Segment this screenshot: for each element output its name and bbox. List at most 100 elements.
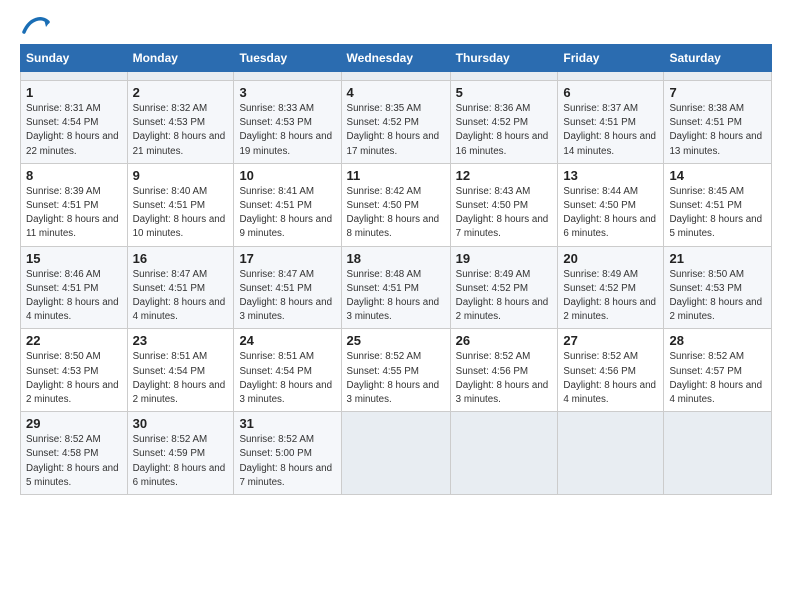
day-number: 13	[563, 168, 658, 183]
day-number: 7	[669, 85, 766, 100]
day-number: 9	[133, 168, 229, 183]
table-row: 17 Sunrise: 8:47 AMSunset: 4:51 PMDaylig…	[234, 246, 341, 329]
day-number: 24	[239, 333, 335, 348]
day-info: Sunrise: 8:50 AMSunset: 4:53 PMDaylight:…	[26, 351, 119, 405]
table-row: 12 Sunrise: 8:43 AMSunset: 4:50 PMDaylig…	[450, 163, 558, 246]
table-row	[450, 72, 558, 81]
header	[20, 18, 772, 34]
table-row: 4 Sunrise: 8:35 AMSunset: 4:52 PMDayligh…	[341, 81, 450, 164]
table-row: 15 Sunrise: 8:46 AMSunset: 4:51 PMDaylig…	[21, 246, 128, 329]
table-row: 9 Sunrise: 8:40 AMSunset: 4:51 PMDayligh…	[127, 163, 234, 246]
day-number: 16	[133, 251, 229, 266]
day-info: Sunrise: 8:48 AMSunset: 4:51 PMDaylight:…	[347, 269, 440, 323]
table-row: 6 Sunrise: 8:37 AMSunset: 4:51 PMDayligh…	[558, 81, 664, 164]
table-row: 14 Sunrise: 8:45 AMSunset: 4:51 PMDaylig…	[664, 163, 772, 246]
table-row	[558, 72, 664, 81]
day-info: Sunrise: 8:52 AMSunset: 5:00 PMDaylight:…	[239, 434, 332, 488]
page: Sunday Monday Tuesday Wednesday Thursday…	[0, 0, 792, 505]
logo	[20, 18, 50, 34]
day-info: Sunrise: 8:33 AMSunset: 4:53 PMDaylight:…	[239, 103, 332, 157]
table-row: 31 Sunrise: 8:52 AMSunset: 5:00 PMDaylig…	[234, 412, 341, 495]
table-row: 1 Sunrise: 8:31 AMSunset: 4:54 PMDayligh…	[21, 81, 128, 164]
day-number: 12	[456, 168, 553, 183]
day-info: Sunrise: 8:51 AMSunset: 4:54 PMDaylight:…	[133, 351, 226, 405]
table-row: 8 Sunrise: 8:39 AMSunset: 4:51 PMDayligh…	[21, 163, 128, 246]
col-wednesday: Wednesday	[341, 45, 450, 72]
day-info: Sunrise: 8:43 AMSunset: 4:50 PMDaylight:…	[456, 186, 549, 240]
day-number: 25	[347, 333, 445, 348]
day-number: 18	[347, 251, 445, 266]
calendar-week-row: 8 Sunrise: 8:39 AMSunset: 4:51 PMDayligh…	[21, 163, 772, 246]
day-info: Sunrise: 8:47 AMSunset: 4:51 PMDaylight:…	[133, 269, 226, 323]
calendar-week-row: 22 Sunrise: 8:50 AMSunset: 4:53 PMDaylig…	[21, 329, 772, 412]
day-number: 27	[563, 333, 658, 348]
table-row	[234, 72, 341, 81]
day-info: Sunrise: 8:52 AMSunset: 4:55 PMDaylight:…	[347, 351, 440, 405]
day-number: 23	[133, 333, 229, 348]
table-row	[341, 72, 450, 81]
table-row: 23 Sunrise: 8:51 AMSunset: 4:54 PMDaylig…	[127, 329, 234, 412]
calendar-table: Sunday Monday Tuesday Wednesday Thursday…	[20, 44, 772, 495]
table-row: 3 Sunrise: 8:33 AMSunset: 4:53 PMDayligh…	[234, 81, 341, 164]
day-info: Sunrise: 8:52 AMSunset: 4:57 PMDaylight:…	[669, 351, 762, 405]
day-number: 19	[456, 251, 553, 266]
day-info: Sunrise: 8:49 AMSunset: 4:52 PMDaylight:…	[456, 269, 549, 323]
day-info: Sunrise: 8:52 AMSunset: 4:59 PMDaylight:…	[133, 434, 226, 488]
day-number: 4	[347, 85, 445, 100]
table-row: 13 Sunrise: 8:44 AMSunset: 4:50 PMDaylig…	[558, 163, 664, 246]
day-info: Sunrise: 8:39 AMSunset: 4:51 PMDaylight:…	[26, 186, 119, 240]
day-info: Sunrise: 8:44 AMSunset: 4:50 PMDaylight:…	[563, 186, 656, 240]
table-row	[664, 412, 772, 495]
calendar-week-row: 29 Sunrise: 8:52 AMSunset: 4:58 PMDaylig…	[21, 412, 772, 495]
day-info: Sunrise: 8:52 AMSunset: 4:56 PMDaylight:…	[563, 351, 656, 405]
table-row	[450, 412, 558, 495]
table-row: 29 Sunrise: 8:52 AMSunset: 4:58 PMDaylig…	[21, 412, 128, 495]
table-row: 26 Sunrise: 8:52 AMSunset: 4:56 PMDaylig…	[450, 329, 558, 412]
day-info: Sunrise: 8:32 AMSunset: 4:53 PMDaylight:…	[133, 103, 226, 157]
day-info: Sunrise: 8:37 AMSunset: 4:51 PMDaylight:…	[563, 103, 656, 157]
day-info: Sunrise: 8:45 AMSunset: 4:51 PMDaylight:…	[669, 186, 762, 240]
table-row: 19 Sunrise: 8:49 AMSunset: 4:52 PMDaylig…	[450, 246, 558, 329]
day-info: Sunrise: 8:36 AMSunset: 4:52 PMDaylight:…	[456, 103, 549, 157]
day-info: Sunrise: 8:46 AMSunset: 4:51 PMDaylight:…	[26, 269, 119, 323]
table-row: 25 Sunrise: 8:52 AMSunset: 4:55 PMDaylig…	[341, 329, 450, 412]
col-friday: Friday	[558, 45, 664, 72]
table-row: 2 Sunrise: 8:32 AMSunset: 4:53 PMDayligh…	[127, 81, 234, 164]
col-saturday: Saturday	[664, 45, 772, 72]
day-number: 11	[347, 168, 445, 183]
day-info: Sunrise: 8:51 AMSunset: 4:54 PMDaylight:…	[239, 351, 332, 405]
calendar-week-row	[21, 72, 772, 81]
day-info: Sunrise: 8:47 AMSunset: 4:51 PMDaylight:…	[239, 269, 332, 323]
day-number: 30	[133, 416, 229, 431]
col-monday: Monday	[127, 45, 234, 72]
table-row: 24 Sunrise: 8:51 AMSunset: 4:54 PMDaylig…	[234, 329, 341, 412]
day-number: 15	[26, 251, 122, 266]
table-row: 27 Sunrise: 8:52 AMSunset: 4:56 PMDaylig…	[558, 329, 664, 412]
table-row	[127, 72, 234, 81]
day-number: 5	[456, 85, 553, 100]
day-info: Sunrise: 8:41 AMSunset: 4:51 PMDaylight:…	[239, 186, 332, 240]
table-row: 20 Sunrise: 8:49 AMSunset: 4:52 PMDaylig…	[558, 246, 664, 329]
day-number: 22	[26, 333, 122, 348]
day-info: Sunrise: 8:35 AMSunset: 4:52 PMDaylight:…	[347, 103, 440, 157]
col-sunday: Sunday	[21, 45, 128, 72]
table-row: 28 Sunrise: 8:52 AMSunset: 4:57 PMDaylig…	[664, 329, 772, 412]
table-row	[21, 72, 128, 81]
col-thursday: Thursday	[450, 45, 558, 72]
table-row: 10 Sunrise: 8:41 AMSunset: 4:51 PMDaylig…	[234, 163, 341, 246]
day-number: 28	[669, 333, 766, 348]
table-row: 16 Sunrise: 8:47 AMSunset: 4:51 PMDaylig…	[127, 246, 234, 329]
table-row: 5 Sunrise: 8:36 AMSunset: 4:52 PMDayligh…	[450, 81, 558, 164]
day-number: 3	[239, 85, 335, 100]
day-number: 26	[456, 333, 553, 348]
calendar-week-row: 15 Sunrise: 8:46 AMSunset: 4:51 PMDaylig…	[21, 246, 772, 329]
table-row: 18 Sunrise: 8:48 AMSunset: 4:51 PMDaylig…	[341, 246, 450, 329]
table-row: 21 Sunrise: 8:50 AMSunset: 4:53 PMDaylig…	[664, 246, 772, 329]
day-number: 1	[26, 85, 122, 100]
col-tuesday: Tuesday	[234, 45, 341, 72]
day-number: 21	[669, 251, 766, 266]
day-number: 10	[239, 168, 335, 183]
day-number: 31	[239, 416, 335, 431]
table-row	[664, 72, 772, 81]
day-number: 14	[669, 168, 766, 183]
